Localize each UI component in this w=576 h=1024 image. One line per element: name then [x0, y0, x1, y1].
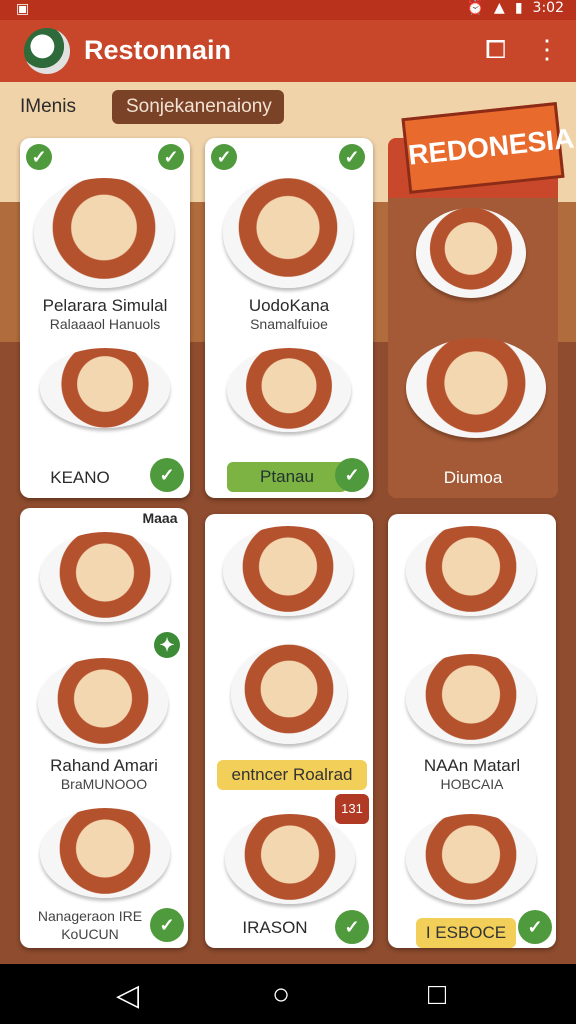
check-icon[interactable]: ✓	[150, 458, 184, 492]
hot-icon: ✦	[154, 632, 180, 658]
logo	[24, 28, 70, 74]
card-title: Rahand Amari	[50, 756, 158, 775]
card-subtitle: Snamalfuioe	[250, 316, 328, 332]
number-badge: 131	[335, 794, 369, 824]
card-title: Diumoa	[443, 468, 503, 487]
check-icon[interactable]: ✓	[335, 910, 369, 944]
indonesia-banner: REDONESIA	[401, 102, 576, 194]
food-illustration	[40, 348, 170, 428]
menu-card-5[interactable]: NAAn Matarl HOBCAIA I ESBOCE ✓	[388, 514, 556, 948]
card-tag: entncer Roalrad	[217, 760, 367, 790]
food-illustration	[223, 526, 353, 616]
status-bar: ▣ ⏰ ▲ ▮ 3:02	[0, 0, 576, 20]
card-title: Nanageraon IRE	[37, 908, 143, 924]
food-illustration	[406, 654, 536, 744]
card-title: Pelarara Simulal	[42, 296, 168, 315]
battery-icon: ▮	[514, 0, 523, 16]
back-icon[interactable]: ◁	[116, 978, 139, 1013]
menus-tab[interactable]: IMenis	[20, 90, 76, 124]
food-illustration	[38, 658, 168, 748]
food-illustration	[223, 178, 353, 288]
check-icon: ✓	[211, 144, 237, 170]
menu-card-4[interactable]: entncer Roalrad 131 IRASON ✓	[205, 514, 373, 948]
card-subtitle: BraMUNOOO	[60, 776, 148, 792]
card-subtitle: Ralaaaol Hanuols	[49, 316, 161, 332]
card-title: UodoKana	[248, 296, 330, 315]
food-illustration	[227, 348, 351, 432]
food-illustration	[406, 526, 536, 616]
time: 3:02	[532, 0, 564, 16]
menu-card-3[interactable]: Maaa ✦ Rahand Amari BraMUNOOO Nanageraon…	[20, 508, 188, 948]
food-illustration	[40, 808, 170, 898]
food-illustration	[231, 644, 347, 744]
food-illustration	[406, 814, 536, 904]
menu-card-2[interactable]: ✓ ✓ UodoKana Snamalfuioe Ptanau ✓	[205, 138, 373, 498]
book-icon[interactable]: ⧠	[485, 34, 506, 66]
system-nav-bar: ◁ ○ □	[0, 964, 576, 1024]
check-icon[interactable]: ✓	[150, 908, 184, 942]
food-illustration	[40, 532, 170, 622]
app-bar: Restonnain ⧠ ⋮	[0, 20, 576, 82]
card-title: NAAn Matarl	[423, 756, 521, 775]
menu-card-1[interactable]: ✓ ✓ Pelarara Simulal Ralaaaol Hanuols KE…	[20, 138, 190, 498]
check-icon[interactable]: ✓	[335, 458, 369, 492]
recents-icon[interactable]: □	[428, 978, 446, 1012]
card-subtitle: HOBCAIA	[440, 776, 504, 792]
alarm-icon: ⏰	[466, 0, 485, 16]
home-icon[interactable]: ○	[272, 978, 290, 1012]
card-subtitle: KoUCUN	[61, 926, 119, 942]
notification-icon: ▣	[16, 1, 30, 17]
food-illustration	[416, 208, 526, 298]
signal-icon: ▲	[494, 0, 505, 16]
card-title: Maaa	[142, 510, 178, 526]
food-illustration	[34, 178, 174, 288]
check-icon: ✓	[339, 144, 365, 170]
card-title: IRASON	[242, 918, 308, 937]
card-tag: I ESBOCE	[416, 918, 516, 948]
food-illustration	[406, 338, 546, 438]
check-icon: ✓	[26, 144, 52, 170]
page-title: Restonnain	[84, 35, 232, 65]
card-tag: KEANO	[50, 468, 110, 487]
check-icon[interactable]: ✓	[518, 910, 552, 944]
card-tag: Ptanau	[227, 462, 347, 492]
more-icon[interactable]: ⋮	[534, 34, 560, 66]
food-illustration	[225, 814, 355, 904]
search-chip[interactable]: Sonjekanenaiony	[112, 90, 284, 124]
check-icon: ✓	[158, 144, 184, 170]
